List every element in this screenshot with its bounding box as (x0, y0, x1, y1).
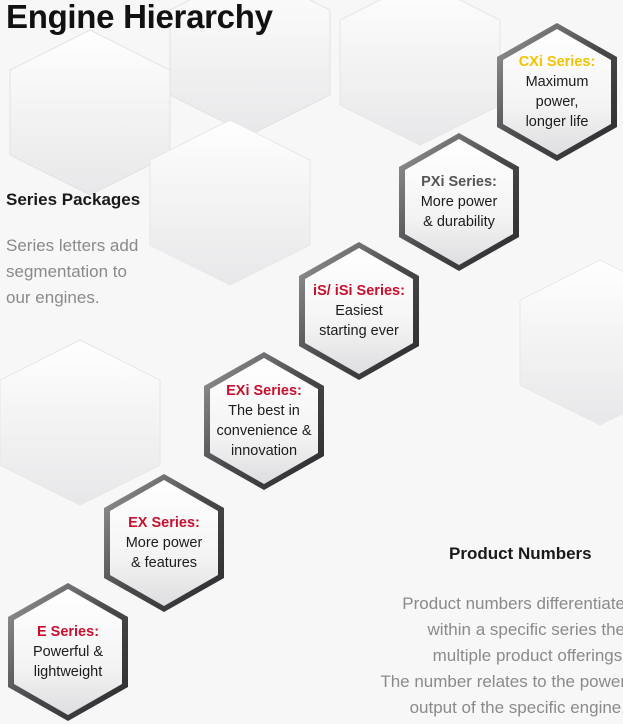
e-series-desc-line: Powerful & (32, 644, 104, 660)
product-numbers-heading: Product Numbers (449, 544, 592, 563)
pxi-series-desc-line: & durability (423, 214, 495, 230)
product-numbers-line: multiple product offerings. (432, 646, 623, 665)
e-series-title: E Series: (36, 624, 100, 640)
is-isi-series-desc-line: Easiest (335, 303, 383, 319)
cxi-series-desc-line: Maximum (525, 74, 589, 90)
hexagon-ex-series: EX Series: More power & features (102, 472, 226, 614)
exi-series-title: EXi Series: (226, 383, 302, 399)
is-isi-series-title: iS/ iSi Series: (313, 283, 405, 299)
series-packages-heading: Series Packages (6, 190, 141, 209)
series-packages-text: Series letters add segmentation to our e… (6, 233, 206, 311)
e-series-desc-line: lightweight (33, 664, 103, 680)
ex-series-desc-line: More power (125, 535, 203, 551)
product-numbers-line: output of the specific engine. (409, 698, 623, 717)
is-isi-series-desc-line: starting ever (319, 323, 399, 339)
product-numbers-line: within a specific series the (427, 620, 623, 639)
pxi-series-title: PXi Series: (421, 174, 497, 190)
cxi-series-title: CXi Series: (518, 54, 596, 70)
cxi-series-desc-line: longer life (525, 114, 589, 130)
product-numbers-text: Product numbers differentiate within a s… (300, 591, 623, 724)
ex-series-desc-line: & features (130, 555, 198, 571)
ex-series-title: EX Series: (128, 515, 200, 531)
exi-series-desc-line: innovation (230, 443, 298, 459)
hexagon-cxi-series: CXi Series: Maximum power, longer life (495, 21, 619, 163)
product-numbers-line: Product numbers differentiate (402, 594, 623, 613)
exi-series-desc-line: convenience & (216, 423, 312, 439)
exi-series-desc-line: The best in (228, 403, 300, 419)
series-packages-line: our engines. (6, 288, 100, 307)
product-numbers-line: The number relates to the power (380, 672, 623, 691)
series-packages-line: segmentation to (6, 262, 127, 281)
page-title: Engine Hierarchy (6, 0, 273, 35)
cxi-series-desc-line: power, (535, 94, 579, 110)
pxi-series-desc-line: More power (420, 194, 498, 210)
series-packages-line: Series letters add (6, 236, 139, 255)
